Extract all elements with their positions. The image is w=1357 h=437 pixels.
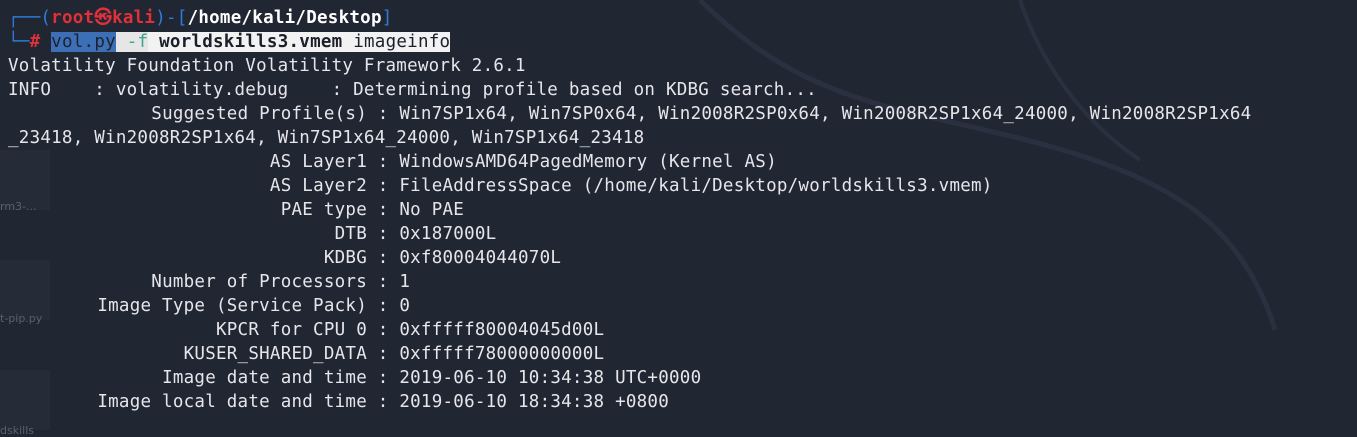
row-value: WindowsAMD64PagedMemory (Kernel AS) <box>399 152 777 172</box>
prompt-line-2: └─# vol.py -f worldskills3.vmem imageinf… <box>8 30 1357 54</box>
prompt-user: root <box>51 8 95 28</box>
row-value: 1 <box>399 272 411 292</box>
command-program: vol.py <box>51 32 116 52</box>
row-label: KUSER_SHARED_DATA <box>183 344 367 364</box>
row-label: KDBG <box>323 248 367 268</box>
info-line: INFO : volatility.debug : Determining pr… <box>8 80 817 100</box>
row-label: AS Layer2 <box>269 176 367 196</box>
prompt-line-1: ┌──(root㉿kali)-[/home/kali/Desktop] <box>8 6 1357 30</box>
row-value: 0xfffff80004045d00L <box>399 320 605 340</box>
prompt-hash: # <box>29 32 41 52</box>
row-value: 2019-06-10 10:34:38 UTC+0000 <box>399 368 702 388</box>
row-label: Image date and time <box>162 368 367 388</box>
row-label: DTB <box>334 224 367 244</box>
output-row: Image Type (Service Pack) : 0 <box>8 294 1357 318</box>
command-plugin: imageinfo <box>353 32 451 52</box>
desktop-label[interactable]: rm3-... <box>0 200 37 213</box>
output-row-wrap: _23418, Win2008R2SP1x64, Win7SP1x64_2400… <box>8 126 1357 150</box>
desktop-label[interactable]: dskills <box>0 424 34 437</box>
banner-line: Volatility Foundation Volatility Framewo… <box>8 56 526 76</box>
desktop-label[interactable]: t-pip.py <box>0 312 42 325</box>
row-label: AS Layer1 <box>269 152 367 172</box>
prompt-corner: ┌──( <box>8 8 52 28</box>
row-value: 0xf80004044070L <box>399 248 562 268</box>
row-value: _23418, Win2008R2SP1x64, Win7SP1x64_2400… <box>8 128 645 148</box>
output-row: Suggested Profile(s) : Win7SP1x64, Win7S… <box>8 102 1357 126</box>
terminal-output[interactable]: ┌──(root㉿kali)-[/home/kali/Desktop] └─# … <box>8 6 1357 414</box>
output-row: KUSER_SHARED_DATA : 0xfffff78000000000L <box>8 342 1357 366</box>
row-label: Number of Processors <box>151 272 367 292</box>
prompt-end: ] <box>381 8 393 28</box>
output-row: KDBG : 0xf80004044070L <box>8 246 1357 270</box>
row-value: No PAE <box>399 200 465 220</box>
prompt-at-icon: ㉿ <box>94 8 113 28</box>
row-label: Image local date and time <box>97 392 367 412</box>
prompt-path: /home/kali/Desktop <box>187 8 382 28</box>
row-value: FileAddressSpace (/home/kali/Desktop/wor… <box>399 176 993 196</box>
output-row: KPCR for CPU 0 : 0xfffff80004045d00L <box>8 318 1357 342</box>
output-row: AS Layer1 : WindowsAMD64PagedMemory (Ker… <box>8 150 1357 174</box>
row-value: Win7SP1x64, Win7SP0x64, Win2008R2SP0x64,… <box>399 104 1252 124</box>
prompt-sep: )-[ <box>155 8 188 28</box>
output-row: Image date and time : 2019-06-10 10:34:3… <box>8 366 1357 390</box>
output-row: DTB : 0x187000L <box>8 222 1357 246</box>
prompt-corner-bottom: └─ <box>8 32 30 52</box>
row-value: 2019-06-10 18:34:38 +0800 <box>399 392 670 412</box>
command-flag: -f <box>126 32 149 52</box>
row-label: PAE type <box>280 200 367 220</box>
row-value: 0x187000L <box>399 224 497 244</box>
row-label: KPCR for CPU 0 <box>215 320 367 340</box>
output-row: AS Layer2 : FileAddressSpace (/home/kali… <box>8 174 1357 198</box>
row-label: Suggested Profile(s) <box>151 104 367 124</box>
output-row: PAE type : No PAE <box>8 198 1357 222</box>
row-value: 0 <box>399 296 411 316</box>
command-file: worldskills3.vmem <box>159 32 343 52</box>
row-label: Image Type (Service Pack) <box>97 296 367 316</box>
output-row: Image local date and time : 2019-06-10 1… <box>8 390 1357 414</box>
prompt-host: kali <box>112 8 156 28</box>
row-value: 0xfffff78000000000L <box>399 344 605 364</box>
output-row: Number of Processors : 1 <box>8 270 1357 294</box>
